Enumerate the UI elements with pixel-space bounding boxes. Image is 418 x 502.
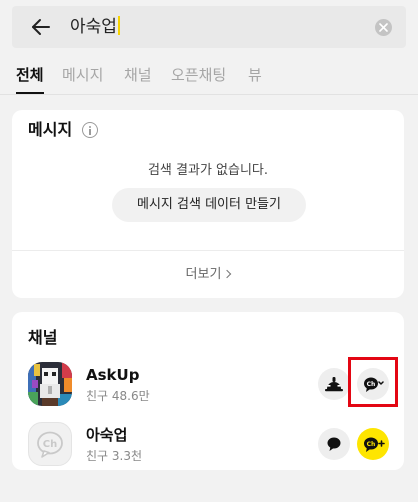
search-input[interactable]: 아숙업 xyxy=(70,16,120,38)
chevron-right-icon xyxy=(223,269,232,279)
more-link[interactable]: 더보기 xyxy=(12,266,404,284)
channels-section: 채널 AskUp 친구 48.6만 Ch Ch 아숙업 친구 3.3천 Ch xyxy=(12,312,404,470)
channel-item-asukup[interactable]: Ch 아숙업 친구 3.3천 Ch xyxy=(12,420,404,476)
tab-messages[interactable]: 메시지 xyxy=(62,64,103,86)
back-arrow-icon[interactable] xyxy=(28,14,54,40)
divider xyxy=(12,250,404,251)
channel-placeholder-avatar: Ch xyxy=(28,422,72,466)
channel-name: AskUp xyxy=(86,366,140,384)
channel-item-askup[interactable]: AskUp 친구 48.6만 Ch xyxy=(12,360,404,416)
more-link-label: 더보기 xyxy=(185,267,222,282)
section-title-channels: 채널 xyxy=(28,328,58,347)
tab-all[interactable]: 전체 xyxy=(16,64,44,94)
tabs-divider xyxy=(0,94,418,95)
clear-search-icon[interactable] xyxy=(375,19,392,36)
search-query: 아숙업 xyxy=(70,17,117,37)
text-caret xyxy=(117,16,120,35)
info-icon[interactable] xyxy=(82,122,98,138)
channel-name: 아숙업 xyxy=(86,426,128,444)
search-results-screen: 아숙업 전체 메시지 채널 오픈채팅 뷰 메시지 검색 결과가 없습니다. 메시… xyxy=(0,0,418,502)
empty-result-text: 검색 결과가 없습니다. xyxy=(147,163,269,178)
messages-section: 메시지 검색 결과가 없습니다. 메시지 검색 데이터 만들기 더보기 xyxy=(12,110,404,298)
highlight-annotation xyxy=(348,357,398,407)
add-channel-icon[interactable]: Ch xyxy=(357,428,389,460)
tab-channels[interactable]: 채널 xyxy=(124,64,152,86)
channel-friend-count: 친구 3.3천 xyxy=(86,449,143,463)
tab-view[interactable]: 뷰 xyxy=(248,64,262,86)
search-bar: 아숙업 xyxy=(12,6,406,48)
channel-friend-count: 친구 48.6만 xyxy=(86,389,150,403)
chat-bubble-icon[interactable] xyxy=(318,428,350,460)
bot-icon[interactable] xyxy=(318,368,350,400)
result-tabs: 전체 메시지 채널 오픈채팅 뷰 xyxy=(0,64,418,94)
tab-open-chat[interactable]: 오픈채팅 xyxy=(171,64,226,86)
askup-pixel-avatar xyxy=(28,362,72,406)
make-search-data-button[interactable]: 메시지 검색 데이터 만들기 xyxy=(112,188,306,222)
svg-text:Ch: Ch xyxy=(43,439,57,450)
section-title-messages: 메시지 xyxy=(28,120,73,139)
svg-text:Ch: Ch xyxy=(367,441,376,448)
